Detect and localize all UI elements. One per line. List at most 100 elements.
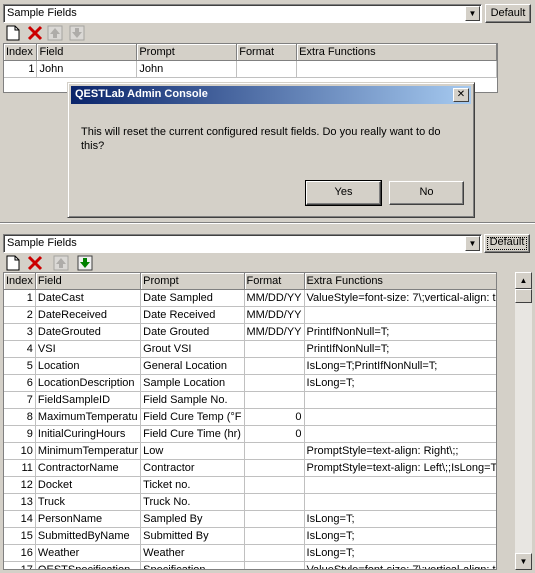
delete-icon[interactable] [26, 254, 44, 272]
cell-extra-functions[interactable]: IsLong=T; [304, 510, 496, 528]
cell-format[interactable] [244, 374, 305, 392]
table-row[interactable]: 6 LocationDescription Sample Location IsLon… [4, 374, 496, 392]
scroll-down-icon[interactable]: ▼ [515, 553, 532, 570]
cell-prompt[interactable]: Date Grouted [140, 323, 245, 341]
table-row[interactable]: 3 DateGrouted Date Grouted MM/DD/YY PrintIfN… [4, 323, 496, 341]
cell-format[interactable]: MM/DD/YY [244, 306, 305, 324]
column-header-extra-functions[interactable]: Extra Functions [304, 273, 496, 290]
cell-field[interactable]: FieldSampleID [35, 391, 142, 409]
cell-format[interactable] [244, 527, 305, 545]
table-row[interactable]: 4 VSI Grout VSI PrintIfNonNull=T; [4, 340, 496, 358]
move-down-icon[interactable] [68, 24, 86, 42]
cell-prompt[interactable]: Ticket no. [140, 476, 245, 494]
table-row[interactable]: 1 John John [4, 60, 497, 78]
cell-prompt[interactable]: John [136, 60, 238, 78]
scroll-thumb[interactable] [515, 289, 532, 303]
cell-field[interactable]: LocationDescription [35, 374, 142, 392]
table-row[interactable]: 12 Docket Ticket no. [4, 476, 496, 494]
chevron-down-icon[interactable]: ▼ [465, 6, 480, 21]
close-icon[interactable]: ✕ [453, 88, 469, 102]
fieldset-combo[interactable]: Sample Fields ▼ [3, 234, 482, 253]
cell-prompt[interactable]: Truck No. [140, 493, 245, 511]
cell-field[interactable]: SubmittedByName [35, 527, 142, 545]
table-row[interactable]: 5 Location General Location IsLong=T;PrintI… [4, 357, 496, 375]
cell-extra-functions[interactable]: IsLong=T; [304, 544, 496, 562]
cell-format[interactable]: 0 [244, 408, 305, 426]
cell-prompt[interactable]: Field Cure Time (hr) [140, 425, 245, 443]
cell-extra-functions[interactable] [304, 493, 496, 511]
cell-format[interactable] [244, 357, 305, 375]
column-header-index[interactable]: Index [4, 44, 38, 61]
cell-field[interactable]: ContractorName [35, 459, 142, 477]
table-row[interactable]: 7 FieldSampleID Field Sample No. [4, 391, 496, 409]
yes-button[interactable]: Yes [305, 180, 382, 206]
cell-prompt[interactable]: Grout VSI [140, 340, 245, 358]
cell-field[interactable]: Truck [35, 493, 142, 511]
column-header-format[interactable]: Format [244, 273, 305, 290]
table-row[interactable]: 15 SubmittedByName Submitted By IsLong=T; [4, 527, 496, 545]
cell-extra-functions[interactable]: IsLong=T; [304, 527, 496, 545]
cell-field[interactable]: PersonName [35, 510, 142, 528]
vertical-scrollbar[interactable]: ▲ ▼ [515, 272, 532, 570]
cell-prompt[interactable]: Sample Location [140, 374, 245, 392]
cell-extra-functions[interactable]: PrintIfNonNull=T; [304, 323, 496, 341]
column-header-field[interactable]: Field [36, 44, 138, 61]
no-button[interactable]: No [389, 181, 464, 205]
cell-field[interactable]: Weather [35, 544, 142, 562]
cell-field[interactable]: InitialCuringHours [35, 425, 142, 443]
cell-prompt[interactable]: Sampled By [140, 510, 245, 528]
cell-format[interactable] [244, 493, 305, 511]
fieldset-combo[interactable]: Sample Fields ▼ [3, 4, 482, 23]
cell-prompt[interactable]: Submitted By [140, 527, 245, 545]
default-button[interactable]: Default [484, 234, 530, 253]
table-row[interactable]: 14 PersonName Sampled By IsLong=T; [4, 510, 496, 528]
cell-format[interactable] [244, 561, 305, 569]
column-header-index[interactable]: Index [4, 273, 36, 290]
cell-extra-functions[interactable] [304, 306, 496, 324]
column-header-prompt[interactable]: Prompt [140, 273, 245, 290]
cell-extra-functions[interactable]: PrintIfNonNull=T; [304, 340, 496, 358]
cell-field[interactable]: Location [35, 357, 142, 375]
cell-extra-functions[interactable]: IsLong=T; [304, 374, 496, 392]
column-header-field[interactable]: Field [35, 273, 142, 290]
cell-format[interactable]: MM/DD/YY [244, 323, 305, 341]
cell-field[interactable]: Docket [35, 476, 142, 494]
table-row[interactable]: 11 ContractorName Contractor PromptStyle=te… [4, 459, 496, 477]
table-row[interactable]: 2 DateReceived Date Received MM/DD/YY [4, 306, 496, 324]
cell-format[interactable] [236, 60, 298, 78]
cell-prompt[interactable]: Date Sampled [140, 289, 245, 307]
cell-format[interactable] [244, 476, 305, 494]
cell-extra-functions[interactable]: ValueStyle=font-size: 7\;vertical-align:… [304, 561, 496, 569]
cell-extra-functions[interactable] [296, 60, 497, 78]
cell-prompt[interactable]: Weather [140, 544, 245, 562]
table-row[interactable]: 10 MinimumTemperatur Low PromptStyle=text-a… [4, 442, 496, 460]
cell-format[interactable] [244, 510, 305, 528]
cell-field[interactable]: DateReceived [35, 306, 142, 324]
cell-field[interactable]: QESTSpecification [35, 561, 142, 569]
new-document-icon[interactable] [4, 254, 22, 272]
cell-extra-functions[interactable]: IsLong=T;PrintIfNonNull=T; [304, 357, 496, 375]
cell-format[interactable]: 0 [244, 425, 305, 443]
table-row[interactable]: 8 MaximumTemperatu Field Cure Temp (°F 0 [4, 408, 496, 426]
default-button[interactable]: Default [485, 4, 531, 23]
move-down-icon[interactable] [76, 254, 94, 272]
cell-field[interactable]: DateCast [35, 289, 142, 307]
table-row[interactable]: 13 Truck Truck No. [4, 493, 496, 511]
cell-prompt[interactable]: Contractor [140, 459, 245, 477]
delete-icon[interactable] [26, 24, 44, 42]
cell-prompt[interactable]: General Location [140, 357, 245, 375]
cell-format[interactable] [244, 391, 305, 409]
cell-field[interactable]: MinimumTemperatur [35, 442, 142, 460]
column-header-format[interactable]: Format [236, 44, 298, 61]
cell-field[interactable]: VSI [35, 340, 142, 358]
move-up-icon[interactable] [46, 24, 64, 42]
cell-format[interactable] [244, 442, 305, 460]
cell-format[interactable] [244, 544, 305, 562]
cell-prompt[interactable]: Field Sample No. [140, 391, 245, 409]
chevron-down-icon[interactable]: ▼ [465, 236, 480, 251]
cell-prompt[interactable]: Date Received [140, 306, 245, 324]
cell-extra-functions[interactable] [304, 391, 496, 409]
cell-field[interactable]: John [36, 60, 138, 78]
cell-prompt[interactable]: Specification [140, 561, 245, 569]
cell-extra-functions[interactable]: PromptStyle=text-align: Left\;;IsLong=T; [304, 459, 496, 477]
